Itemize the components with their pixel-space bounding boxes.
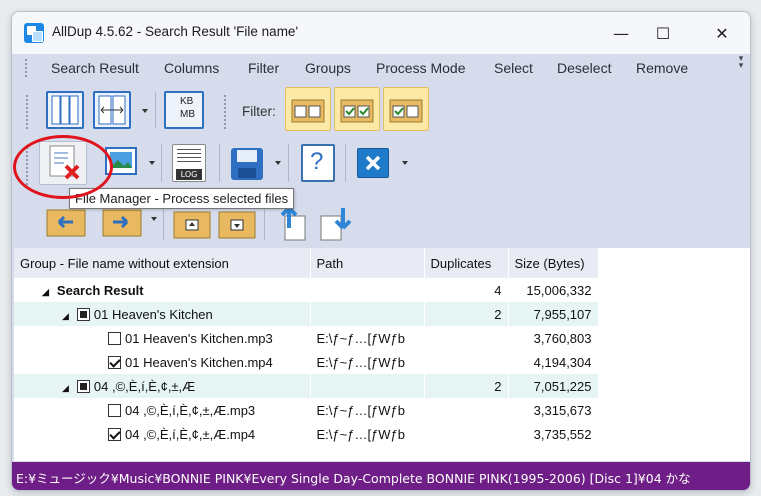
file-size: 3,315,673	[508, 398, 599, 422]
log-icon[interactable]: LOG	[172, 144, 206, 182]
filter-all-icon[interactable]	[285, 87, 331, 131]
redo-dropdown-icon[interactable]	[151, 217, 157, 221]
size-unit-mb: MB	[180, 109, 195, 120]
close-x-icon[interactable]	[357, 148, 389, 178]
app-window: AllDup 4.5.62 - Search Result 'File name…	[11, 11, 751, 491]
toolbar-separator	[155, 92, 156, 128]
file-checkbox[interactable]	[108, 331, 121, 345]
file-size: 3,735,552	[508, 422, 599, 446]
column-header-group[interactable]: Group - File name without extension	[14, 248, 311, 278]
file-checkbox[interactable]	[108, 403, 121, 417]
menu-remove[interactable]: Remove	[636, 60, 688, 76]
root-duplicates: 4	[424, 278, 509, 302]
file-path: E:\ƒ~ƒ…[ƒWƒb	[310, 422, 425, 446]
group-checkbox[interactable]	[76, 379, 90, 393]
menu-search-result[interactable]: Search Result	[51, 60, 139, 76]
menu-filter[interactable]: Filter	[248, 60, 279, 76]
filter-partial-icon[interactable]	[383, 87, 429, 131]
title-bar: AllDup 4.5.62 - Search Result 'File name…	[12, 12, 750, 54]
close-button[interactable]: ✕	[708, 20, 736, 46]
column-width-icon[interactable]	[93, 91, 131, 129]
collapse-icon[interactable]: ◢	[42, 287, 49, 298]
group-duplicates: 2	[424, 302, 509, 326]
save-icon[interactable]	[228, 146, 266, 182]
column-header-size[interactable]: Size (Bytes)	[508, 248, 599, 278]
root-size: 15,006,332	[508, 278, 599, 302]
file-checkbox[interactable]	[108, 427, 121, 441]
root-row[interactable]: ◢ Search Result 4 15,006,332	[14, 278, 599, 302]
group-size: 7,955,107	[508, 302, 599, 326]
log-label: LOG	[176, 169, 202, 180]
close-x-dropdown-icon[interactable]	[402, 161, 408, 165]
menu-overflow-icon[interactable]: ▾ ▾	[736, 55, 746, 78]
export-down-icon[interactable]	[317, 202, 357, 242]
tooltip: File Manager - Process selected files	[69, 188, 295, 209]
file-checkbox[interactable]	[108, 355, 121, 369]
collapse-icon[interactable]: ◢	[62, 383, 69, 394]
filter-label: Filter:	[242, 104, 276, 119]
group-label: 04 ,©,È,í,È,¢,±,Æ	[93, 378, 196, 394]
move-down-folder-icon[interactable]	[217, 206, 257, 240]
menu-groups[interactable]: Groups	[305, 60, 351, 76]
menu-bar: Search Result Columns Filter Groups Proc…	[12, 54, 750, 84]
toolbar2-separator-3	[288, 144, 289, 182]
file-path: E:\ƒ~ƒ…[ƒWƒb	[310, 350, 425, 374]
group-label: 01 Heaven's Kitchen	[93, 306, 213, 322]
file-path: E:\ƒ~ƒ…[ƒWƒb	[310, 326, 425, 350]
toolbar2-separator	[161, 144, 162, 182]
columns-layout-icon[interactable]	[46, 91, 84, 129]
file-row[interactable]: 01 Heaven's Kitchen.mp4 E:\ƒ~ƒ…[ƒWƒb 4,1…	[14, 350, 599, 374]
image-preview-dropdown-icon[interactable]	[149, 161, 155, 165]
column-header-path[interactable]: Path	[310, 248, 425, 278]
window-title: AllDup 4.5.62 - Search Result 'File name…	[52, 24, 299, 39]
group-row[interactable]: ◢ 04 ,©,È,í,È,¢,±,Æ 2 7,051,225	[14, 374, 599, 398]
file-path: E:\ƒ~ƒ…[ƒWƒb	[310, 398, 425, 422]
toolbar2-separator-4	[345, 144, 346, 182]
menu-grip	[24, 58, 28, 78]
menu-deselect[interactable]: Deselect	[557, 60, 611, 76]
group-checkbox[interactable]	[76, 307, 90, 321]
file-name: 04 ,©,È,í,È,¢,±,Æ.mp3	[125, 402, 256, 418]
group-row[interactable]: ◢ 01 Heaven's Kitchen 2 7,955,107	[14, 302, 599, 326]
highlight-circle	[13, 135, 113, 199]
menu-process-mode[interactable]: Process Mode	[376, 60, 465, 76]
menu-select[interactable]: Select	[494, 60, 533, 76]
help-icon[interactable]: ?	[301, 144, 335, 182]
save-dropdown-icon[interactable]	[275, 161, 281, 165]
size-unit-kb: KB	[180, 96, 194, 107]
help-label: ?	[310, 148, 324, 175]
menu-columns[interactable]: Columns	[164, 60, 219, 76]
column-width-dropdown-icon[interactable]	[142, 109, 148, 113]
toolbar-grip	[25, 94, 29, 130]
group-duplicates: 2	[424, 374, 509, 398]
filter-grip	[223, 94, 227, 130]
result-grid: Group - File name without extension Path…	[14, 248, 750, 461]
status-bar: E:¥ミュージック¥Music¥BONNIE PINK¥Every Single…	[12, 462, 750, 490]
file-name: 01 Heaven's Kitchen.mp3	[125, 330, 273, 346]
filter-checked-icon[interactable]	[334, 87, 380, 131]
file-name: 04 ,©,È,í,È,¢,±,Æ.mp4	[125, 426, 256, 442]
column-header-duplicates[interactable]: Duplicates	[424, 248, 509, 278]
file-size: 3,760,803	[508, 326, 599, 350]
toolbar2-separator-2	[219, 144, 220, 182]
minimize-button[interactable]: —	[607, 20, 635, 46]
file-row[interactable]: 01 Heaven's Kitchen.mp3 E:\ƒ~ƒ…[ƒWƒb 3,7…	[14, 326, 599, 350]
file-row[interactable]: 04 ,©,È,í,È,¢,±,Æ.mp4 E:\ƒ~ƒ…[ƒWƒb 3,735…	[14, 422, 599, 446]
collapse-icon[interactable]: ◢	[62, 311, 69, 322]
file-size: 4,194,304	[508, 350, 599, 374]
root-label: Search Result	[56, 282, 144, 298]
maximize-button[interactable]: ☐	[649, 20, 677, 46]
result-table: Group - File name without extension Path…	[14, 248, 599, 446]
app-icon	[24, 23, 44, 43]
file-name: 01 Heaven's Kitchen.mp4	[125, 354, 273, 370]
file-row[interactable]: 04 ,©,È,í,È,¢,±,Æ.mp3 E:\ƒ~ƒ…[ƒWƒb 3,315…	[14, 398, 599, 422]
move-up-folder-icon[interactable]	[172, 206, 212, 240]
group-size: 7,051,225	[508, 374, 599, 398]
size-unit-icon[interactable]: KB MB	[164, 91, 204, 129]
